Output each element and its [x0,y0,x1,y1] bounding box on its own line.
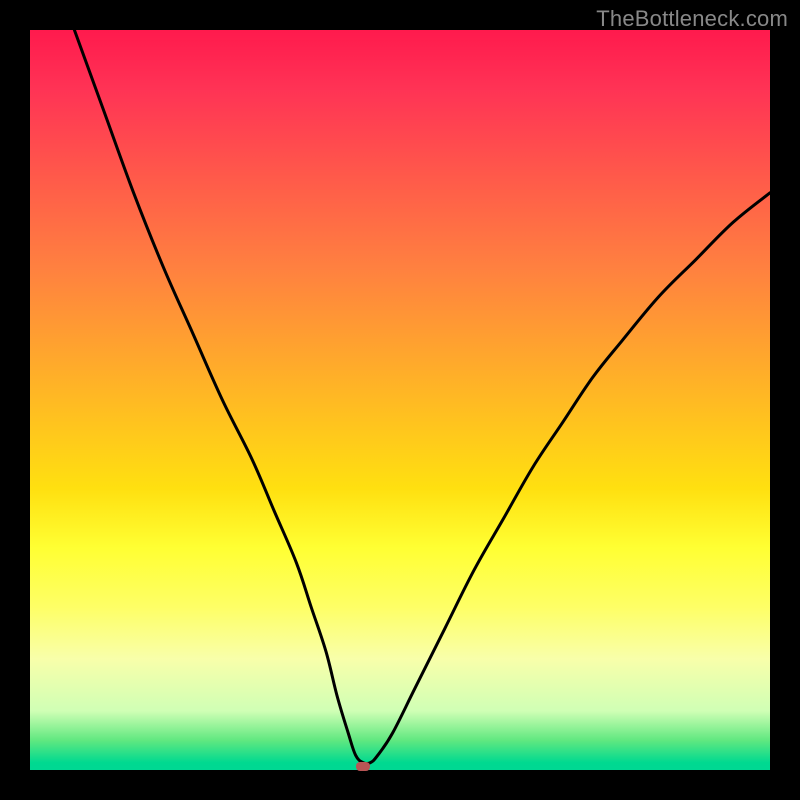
chart-container: TheBottleneck.com [0,0,800,800]
optimum-marker [356,762,370,771]
plot-area [30,30,770,770]
watermark-text: TheBottleneck.com [596,6,788,32]
bottleneck-curve [74,30,770,764]
curve-svg [30,30,770,770]
